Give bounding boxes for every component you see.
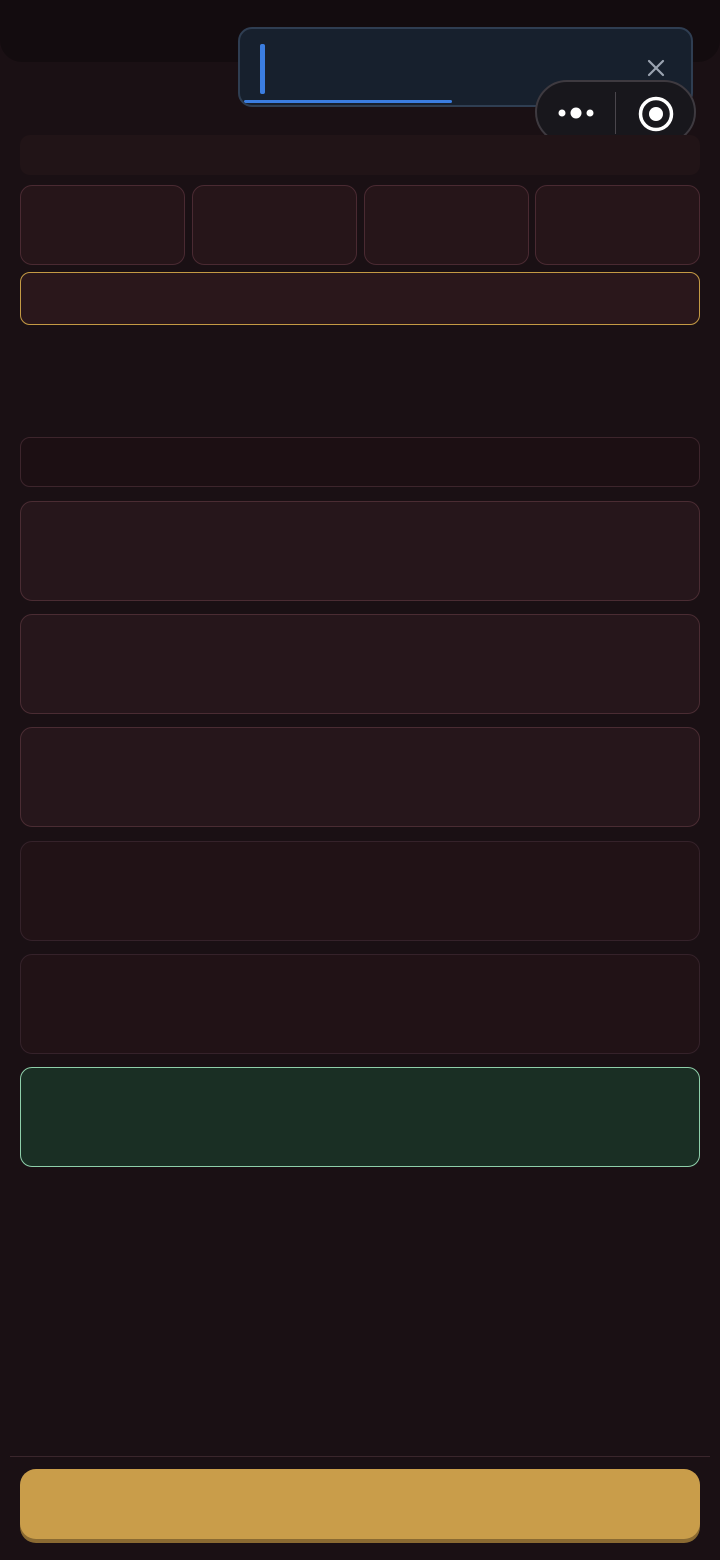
close-icon[interactable] xyxy=(643,55,669,81)
primary-action-button[interactable] xyxy=(20,1469,700,1539)
bottom-divider xyxy=(10,1456,710,1457)
option-card-2[interactable] xyxy=(20,614,700,714)
tile-2[interactable] xyxy=(192,185,357,265)
target-icon[interactable] xyxy=(637,95,675,133)
toast-progress-fill xyxy=(244,100,453,103)
selected-field[interactable] xyxy=(20,272,700,325)
option-card-3[interactable] xyxy=(20,727,700,827)
option-card-selected[interactable] xyxy=(20,1067,700,1167)
text-caret xyxy=(260,44,265,94)
option-card-1[interactable] xyxy=(20,501,700,601)
tile-1[interactable] xyxy=(20,185,185,265)
tile-3[interactable] xyxy=(364,185,529,265)
tile-row xyxy=(20,185,700,265)
option-card-4[interactable] xyxy=(20,841,700,941)
option-card-5[interactable] xyxy=(20,954,700,1054)
capsule-divider xyxy=(615,92,616,134)
info-strip xyxy=(20,135,700,175)
more-dots-icon[interactable] xyxy=(555,98,597,128)
tile-4[interactable] xyxy=(535,185,700,265)
section-header xyxy=(20,437,700,487)
